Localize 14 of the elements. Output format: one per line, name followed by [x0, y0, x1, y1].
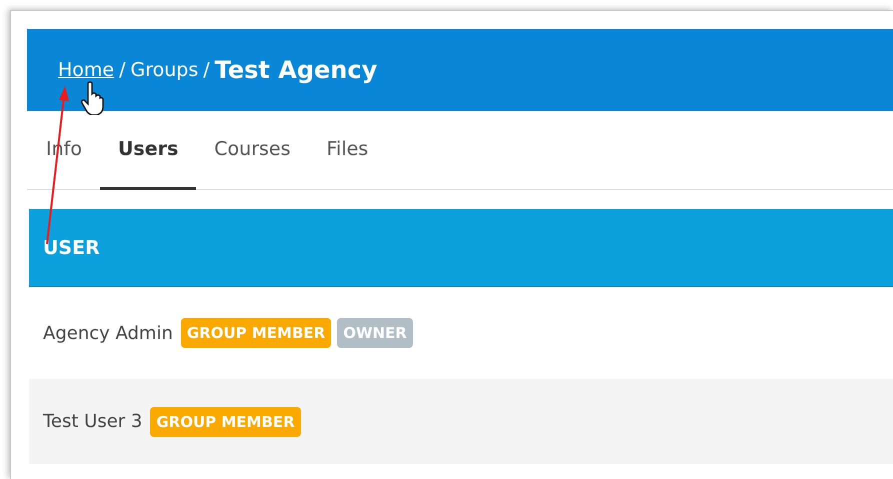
tab[interactable]: Files	[308, 111, 386, 190]
role-badge: OWNER	[337, 318, 413, 348]
tab[interactable]: Courses	[196, 111, 309, 190]
hand-cursor-icon	[81, 81, 105, 115]
breadcrumb-link[interactable]: Home	[58, 59, 114, 81]
breadcrumb-separator: /	[119, 59, 126, 81]
role-badge: GROUP MEMBER	[150, 406, 301, 436]
breadcrumb-separator: /	[203, 59, 210, 81]
breadcrumb-link[interactable]: Groups	[130, 59, 198, 81]
role-badge: GROUP MEMBER	[180, 318, 332, 348]
column-header: USER	[43, 236, 100, 258]
user-name: Agency Admin	[43, 322, 173, 344]
breadcrumb-current: Test Agency	[214, 56, 378, 84]
user-name: Test User 3	[43, 411, 142, 432]
